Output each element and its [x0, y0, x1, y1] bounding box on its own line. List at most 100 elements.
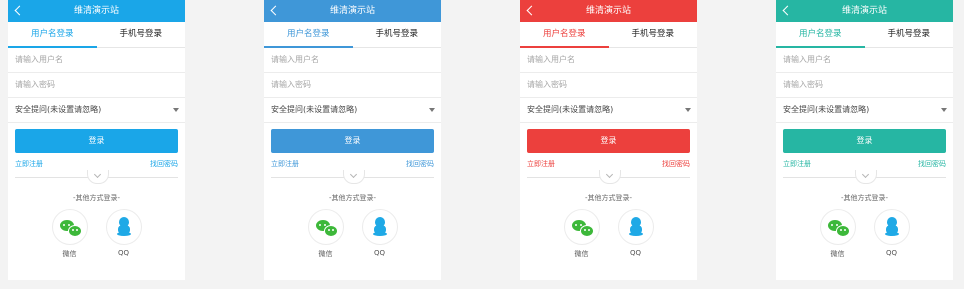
tab-label: 用户名登录 [798, 29, 842, 39]
register-link[interactable]: 立即注册 [527, 159, 555, 169]
qq-login[interactable]: QQ [873, 209, 910, 259]
security-question-select[interactable]: 安全提问(未设置请忽略) [8, 98, 185, 123]
tab-label: 手机号登录 [119, 29, 162, 39]
login-button[interactable]: 登录 [527, 129, 690, 153]
qq-label: QQ [629, 249, 642, 257]
tab-phone-login[interactable]: 手机号登录 [865, 22, 954, 47]
caret-down-icon [173, 108, 179, 112]
back-arrow-icon[interactable] [782, 0, 792, 22]
login-tabs: 用户名登录 手机号登录 [264, 22, 441, 48]
login-screen-blue: 维清演示站 用户名登录 手机号登录 安全提问(未设置请忽略) 登录 立即注册 找… [8, 0, 185, 280]
password-field[interactable] [776, 73, 953, 98]
header-title: 维清演示站 [841, 6, 887, 16]
security-question-select[interactable]: 安全提问(未设置请忽略) [776, 98, 953, 123]
tab-phone-login[interactable]: 手机号登录 [353, 22, 442, 47]
other-login-label: -其他方式登录- [840, 194, 889, 202]
login-screen-teal: 维清演示站 用户名登录 手机号登录 安全提问(未设置请忽略) 登录 立即注册 找… [776, 0, 953, 280]
forgot-password-link[interactable]: 找回密码 [662, 159, 690, 169]
username-input[interactable] [15, 55, 165, 64]
back-arrow-icon[interactable] [14, 0, 24, 22]
wechat-icon[interactable] [563, 209, 600, 245]
wechat-label: 微信 [318, 250, 333, 258]
tab-username-login[interactable]: 用户名登录 [264, 22, 353, 48]
password-field[interactable] [264, 73, 441, 98]
username-field[interactable] [520, 48, 697, 73]
tab-label: 手机号登录 [375, 29, 418, 39]
link-row: 立即注册 找回密码 [527, 159, 690, 169]
other-login-label: -其他方式登录- [584, 194, 633, 202]
login-screen-steelblue: 维清演示站 用户名登录 手机号登录 安全提问(未设置请忽略) 登录 立即注册 找… [264, 0, 441, 280]
wechat-label: 微信 [574, 250, 589, 258]
header-bar: 维清演示站 [264, 0, 441, 22]
other-login-label: -其他方式登录- [72, 194, 121, 202]
forgot-password-link[interactable]: 找回密码 [150, 159, 178, 169]
wechat-login[interactable]: 微信 [819, 209, 856, 259]
username-input[interactable] [783, 55, 933, 64]
social-login-row: 微信 QQ [776, 209, 953, 259]
qq-icon[interactable] [361, 209, 398, 245]
security-question-select[interactable]: 安全提问(未设置请忽略) [264, 98, 441, 123]
username-input[interactable] [527, 55, 677, 64]
wechat-icon[interactable] [307, 209, 344, 245]
tab-label: 手机号登录 [631, 29, 674, 39]
password-input[interactable] [271, 80, 421, 89]
username-field[interactable] [776, 48, 953, 73]
wechat-icon[interactable] [51, 209, 88, 245]
chevron-down-icon[interactable] [86, 170, 109, 184]
qq-icon[interactable] [105, 209, 142, 245]
qq-login[interactable]: QQ [105, 209, 142, 259]
header-title: 维清演示站 [73, 6, 119, 16]
username-field[interactable] [264, 48, 441, 73]
qq-login[interactable]: QQ [361, 209, 398, 259]
caret-down-icon [685, 108, 691, 112]
register-link[interactable]: 立即注册 [271, 159, 299, 169]
password-field[interactable] [520, 73, 697, 98]
password-field[interactable] [8, 73, 185, 98]
register-link[interactable]: 立即注册 [783, 159, 811, 169]
caret-down-icon [941, 108, 947, 112]
chevron-down-icon[interactable] [598, 170, 621, 184]
back-arrow-icon[interactable] [270, 0, 280, 22]
tab-username-login[interactable]: 用户名登录 [520, 22, 609, 48]
wechat-label: 微信 [830, 250, 845, 258]
qq-icon[interactable] [873, 209, 910, 245]
forgot-password-link[interactable]: 找回密码 [406, 159, 434, 169]
security-question-select[interactable]: 安全提问(未设置请忽略) [520, 98, 697, 123]
tab-label: 手机号登录 [887, 29, 930, 39]
divider [527, 170, 690, 184]
login-button[interactable]: 登录 [15, 129, 178, 153]
username-field[interactable] [8, 48, 185, 73]
header-title: 维清演示站 [329, 6, 375, 16]
chevron-down-icon[interactable] [342, 170, 365, 184]
tab-label: 用户名登录 [542, 29, 586, 39]
login-tabs: 用户名登录 手机号登录 [520, 22, 697, 48]
wechat-login[interactable]: 微信 [51, 209, 88, 259]
qq-login[interactable]: QQ [617, 209, 654, 259]
tab-username-login[interactable]: 用户名登录 [776, 22, 865, 48]
password-input[interactable] [527, 80, 677, 89]
link-row: 立即注册 找回密码 [783, 159, 946, 169]
tab-username-login[interactable]: 用户名登录 [8, 22, 97, 48]
qq-icon[interactable] [617, 209, 654, 245]
tab-phone-login[interactable]: 手机号登录 [609, 22, 698, 47]
select-value: 安全提问(未设置请忽略) [15, 105, 102, 114]
username-input[interactable] [271, 55, 421, 64]
password-input[interactable] [15, 80, 165, 89]
chevron-down-icon[interactable] [854, 170, 877, 184]
wechat-login[interactable]: 微信 [563, 209, 600, 259]
wechat-icon[interactable] [819, 209, 856, 245]
register-link[interactable]: 立即注册 [15, 159, 43, 169]
qq-label: QQ [117, 249, 130, 257]
login-button[interactable]: 登录 [783, 129, 946, 153]
login-screen-red: 维清演示站 用户名登录 手机号登录 安全提问(未设置请忽略) 登录 立即注册 找… [520, 0, 697, 280]
tab-phone-login[interactable]: 手机号登录 [97, 22, 186, 47]
password-input[interactable] [783, 80, 933, 89]
link-row: 立即注册 找回密码 [271, 159, 434, 169]
header-title: 维清演示站 [585, 6, 631, 16]
select-value: 安全提问(未设置请忽略) [527, 105, 614, 114]
tab-label: 用户名登录 [30, 29, 74, 39]
forgot-password-link[interactable]: 找回密码 [918, 159, 946, 169]
login-button[interactable]: 登录 [271, 129, 434, 153]
back-arrow-icon[interactable] [526, 0, 536, 22]
wechat-login[interactable]: 微信 [307, 209, 344, 259]
